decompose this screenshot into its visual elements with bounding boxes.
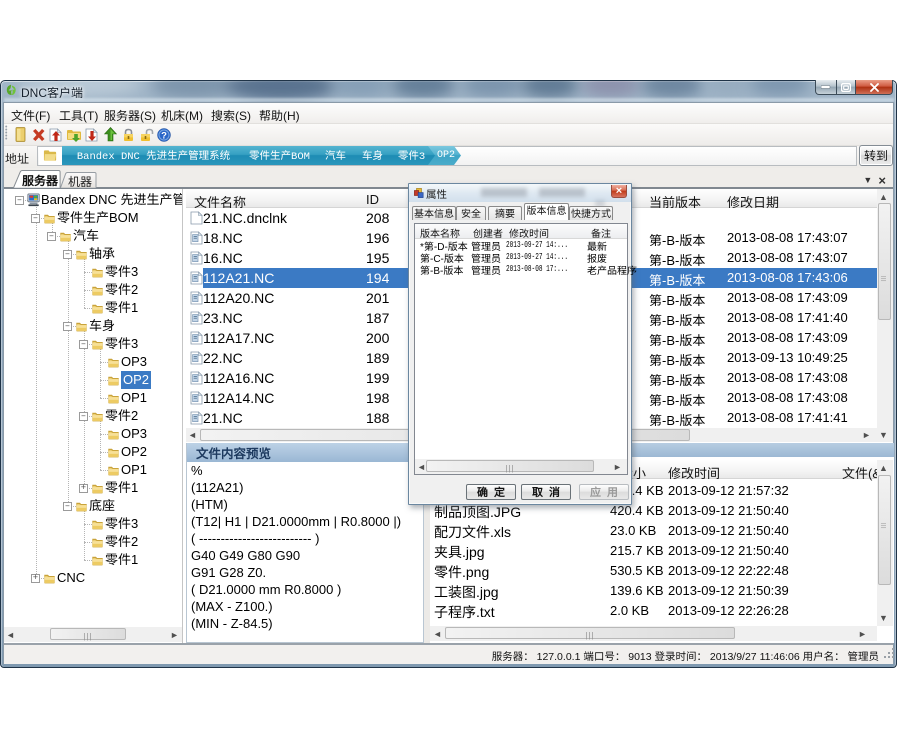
svg-text:?: ? — [161, 130, 167, 141]
